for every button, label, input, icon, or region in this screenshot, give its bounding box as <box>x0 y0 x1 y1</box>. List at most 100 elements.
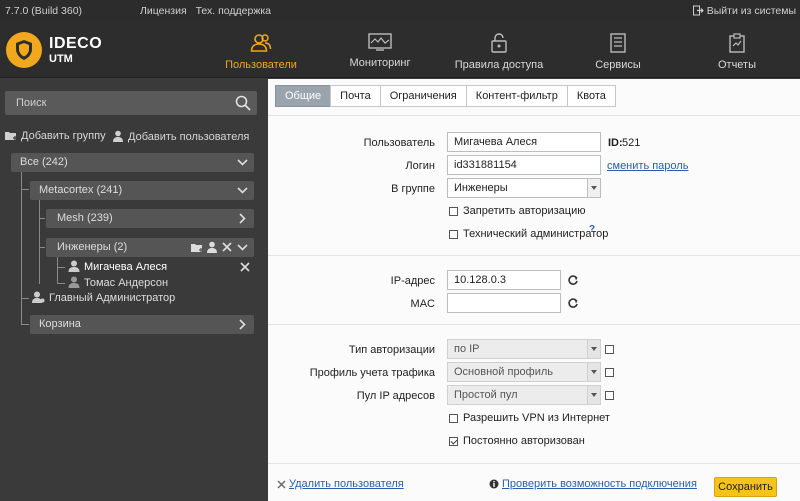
tree-line <box>57 257 58 284</box>
tree-line <box>39 199 40 284</box>
ip-pool-select[interactable]: Простой пул <box>447 385 601 405</box>
tree-group-metacortex[interactable]: Metacortex (241) <box>30 181 254 200</box>
close-icon[interactable] <box>222 242 232 252</box>
chevron-down-icon[interactable] <box>237 242 248 253</box>
close-icon[interactable] <box>240 262 250 272</box>
tree-line <box>57 283 65 284</box>
users-icon <box>250 34 272 52</box>
user-form-panel: Общие Почта Ограничения Контент-фильтр К… <box>268 79 800 501</box>
nav-monitoring[interactable]: Мониторинг <box>325 22 435 78</box>
search-icon[interactable] <box>235 95 251 111</box>
chevron-right-icon[interactable] <box>237 213 248 224</box>
traffic-profile-select[interactable]: Основной профиль <box>447 362 601 382</box>
add-group-button[interactable]: Добавить группу <box>5 130 106 142</box>
always-auth-checkbox[interactable] <box>449 437 458 446</box>
tab-quota[interactable]: Квота <box>566 85 616 107</box>
tree-line <box>21 298 29 299</box>
divider <box>268 463 800 464</box>
chevron-down-icon[interactable] <box>237 185 248 196</box>
ip-pool-inherit-checkbox[interactable] <box>605 391 614 400</box>
nav-users-label: Пользователи <box>225 59 297 71</box>
group-select-value: Инженеры <box>454 182 508 194</box>
tree-group-trash[interactable]: Корзина <box>30 315 254 334</box>
tree-group-label: Все (242) <box>20 156 68 168</box>
tree-line <box>57 267 65 268</box>
tree-line <box>39 247 45 248</box>
shield-logo-icon <box>6 32 42 68</box>
search-placeholder: Поиск <box>16 97 47 109</box>
logo-title: IDECO <box>49 35 103 52</box>
tree-group-label: Корзина <box>39 318 81 330</box>
divider <box>268 255 800 256</box>
logo-subtitle: UTM <box>49 53 73 65</box>
tab-restrictions[interactable]: Ограничения <box>379 85 467 107</box>
info-icon <box>489 479 499 489</box>
tree-group-label: Mesh (239) <box>57 212 113 224</box>
auth-type-label: Тип авторизации <box>348 344 435 356</box>
tree-user-label: Томас Андерсон <box>84 277 169 289</box>
save-button[interactable]: Сохранить <box>714 477 777 497</box>
nav-services[interactable]: Сервисы <box>563 22 673 78</box>
license-link[interactable]: Лицензия <box>140 5 187 17</box>
mac-field[interactable] <box>447 293 561 313</box>
nav-users[interactable]: Пользователи <box>206 22 316 78</box>
search-input[interactable]: Поиск <box>5 91 257 115</box>
auth-type-inherit-checkbox[interactable] <box>605 345 614 354</box>
nav-reports[interactable]: Отчеты <box>682 22 792 78</box>
tab-content-filter[interactable]: Контент-фильтр <box>465 85 568 107</box>
tree-user-anderson[interactable]: Томас Андерсон <box>68 276 168 289</box>
report-icon <box>729 33 745 53</box>
version-label: 7.7.0 (Build 360) <box>5 5 83 17</box>
user-icon <box>68 276 80 288</box>
tree-line <box>21 189 29 190</box>
allow-vpn-label: Разрешить VPN из Интернет <box>463 412 610 424</box>
change-password-link[interactable]: сменить пароль <box>607 160 688 172</box>
always-auth-label: Постоянно авторизован <box>463 435 585 447</box>
chevron-down-icon <box>587 340 600 358</box>
user-name-field[interactable]: Мигачева Алеся <box>447 132 601 152</box>
folder-add-icon[interactable] <box>191 242 204 253</box>
close-icon[interactable] <box>277 480 286 489</box>
tab-mail[interactable]: Почта <box>330 85 381 107</box>
user-icon <box>68 260 80 272</box>
auth-type-value: по IP <box>454 343 480 355</box>
chevron-down-icon <box>587 386 600 404</box>
allow-vpn-checkbox[interactable] <box>449 414 458 423</box>
support-link[interactable]: Тех. поддержка <box>196 5 271 17</box>
refresh-icon[interactable] <box>567 274 579 286</box>
login-field[interactable]: id331881154 <box>447 155 601 175</box>
tree-group-label: Инженеры (2) <box>57 241 128 253</box>
delete-user-link[interactable]: Удалить пользователя <box>289 478 404 490</box>
folder-add-icon <box>5 132 17 140</box>
auth-type-select[interactable]: по IP <box>447 339 601 359</box>
refresh-icon[interactable] <box>567 297 579 309</box>
group-select[interactable]: Инженеры <box>447 178 601 198</box>
tech-admin-checkbox[interactable] <box>449 230 458 239</box>
nav-reports-label: Отчеты <box>717 59 757 71</box>
help-icon[interactable]: ? <box>589 224 595 235</box>
chevron-right-icon[interactable] <box>237 319 248 330</box>
tree-user-migacheva[interactable]: Мигачева Алеся <box>68 260 167 273</box>
tree-group-mesh[interactable]: Mesh (239) <box>46 209 254 228</box>
ip-field[interactable]: 10.128.0.3 <box>447 270 561 290</box>
main-header: IDECO UTM Пользователи Мониторинг Правил… <box>0 22 800 78</box>
ip-pool-value: Простой пул <box>454 389 518 401</box>
chevron-down-icon[interactable] <box>237 157 248 168</box>
tab-general[interactable]: Общие <box>275 85 332 107</box>
tree-line <box>21 324 29 325</box>
deny-auth-checkbox[interactable] <box>449 207 458 216</box>
tree-group-all[interactable]: Все (242) <box>11 153 254 172</box>
tree-group-engineers[interactable]: Инженеры (2) <box>46 238 254 257</box>
tech-admin-label: Технический администратор <box>463 228 609 240</box>
traffic-profile-inherit-checkbox[interactable] <box>605 368 614 377</box>
logout-link[interactable]: Выйти из системы <box>692 5 796 17</box>
tab-bar: Общие Почта Ограничения Контент-фильтр К… <box>275 85 616 107</box>
user-add-icon[interactable] <box>207 241 219 253</box>
tree-line <box>39 218 45 219</box>
add-user-button[interactable]: Добавить пользователя <box>113 130 249 143</box>
check-connection-link[interactable]: Проверить возможность подключения <box>502 478 697 490</box>
group-label: В группе <box>391 183 435 195</box>
nav-access-rules[interactable]: Правила доступа <box>444 22 554 78</box>
tree-user-admin[interactable]: Главный Администратор <box>32 291 175 304</box>
tree-user-label: Главный Администратор <box>49 292 176 304</box>
